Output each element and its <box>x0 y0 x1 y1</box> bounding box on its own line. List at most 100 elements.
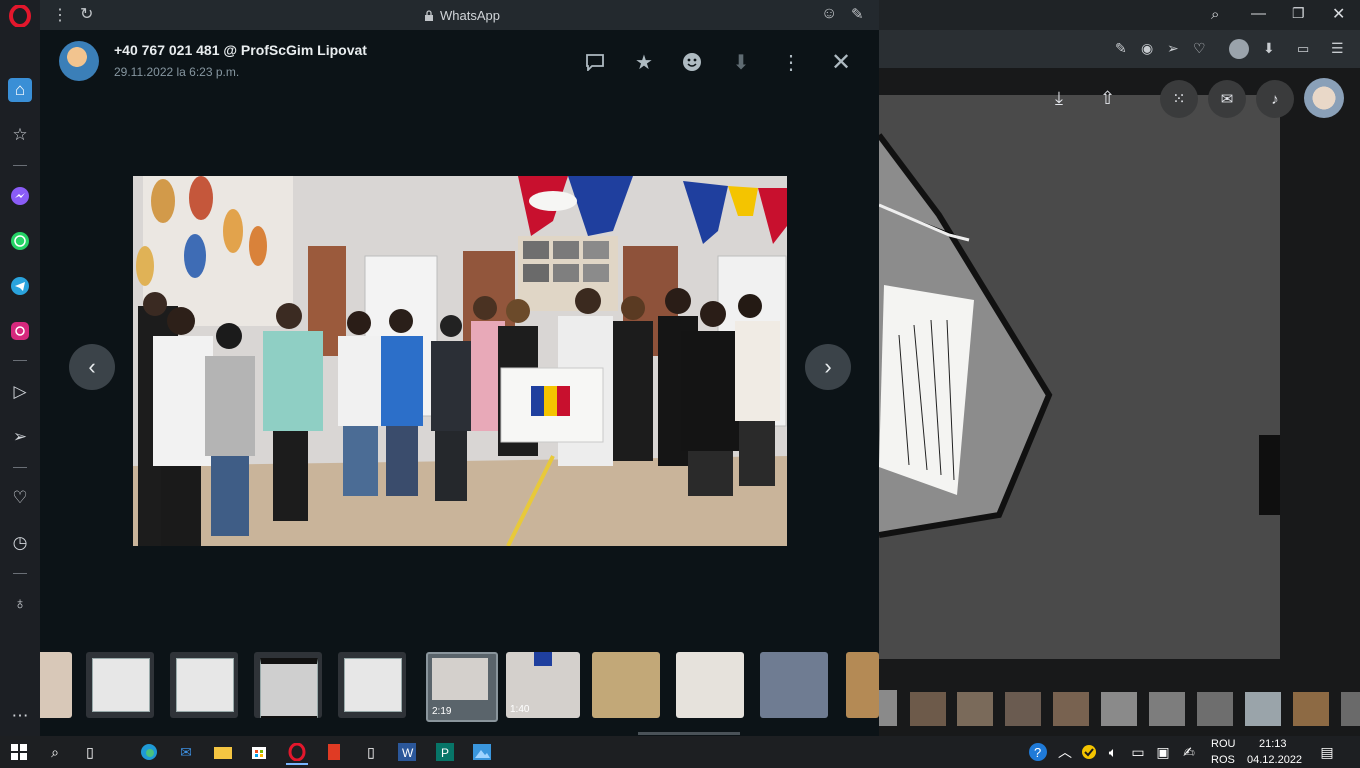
star-outline-icon[interactable]: ☆ <box>8 123 32 147</box>
volume-icon[interactable]: 🔈︎ <box>1102 741 1124 763</box>
share-icon[interactable]: ⇧ <box>1100 88 1115 109</box>
photo-thumb[interactable] <box>1293 692 1329 726</box>
media-video[interactable] <box>133 176 787 546</box>
photo-thumb[interactable] <box>1005 692 1041 726</box>
minimize-icon[interactable]: — <box>1251 5 1266 22</box>
easy-setup-icon[interactable]: ☰ <box>1331 40 1344 57</box>
messenger-button-icon[interactable]: ✉ <box>1208 80 1246 118</box>
opera-sidebar: ⌂ ☆ ▷ ➢ ♡ ◷ ♁ ⋯ <box>0 0 40 736</box>
help-icon[interactable]: ? <box>1027 741 1049 763</box>
messenger-icon[interactable] <box>8 184 32 208</box>
home-icon[interactable]: ⌂ <box>8 78 32 102</box>
photo-thumb[interactable] <box>1197 692 1233 726</box>
photo-thumb[interactable] <box>1053 692 1089 726</box>
search-taskbar-icon[interactable]: ⌕ <box>44 741 66 763</box>
heart-icon[interactable]: ♡ <box>8 486 32 510</box>
search-icon[interactable]: ⌕ <box>1211 6 1219 23</box>
panel-menu-icon[interactable]: ⋮ <box>52 5 68 25</box>
thumbnail-image[interactable] <box>676 652 744 718</box>
background-browser: ⌕ — ❐ ✕ ✎ ◉ ➢ ♡ ⬇ ▭ ☰ ⤓ ⇧ ⁙ ✉ ♪ <box>879 0 1360 736</box>
next-media-button[interactable]: › <box>805 344 851 390</box>
network-icon[interactable]: ▣ <box>1152 741 1174 763</box>
downloads-icon[interactable]: ⬇ <box>1263 40 1275 57</box>
word-icon[interactable]: W <box>396 741 418 763</box>
battery-icon[interactable]: ▭ <box>1127 741 1149 763</box>
edge-icon[interactable] <box>138 741 160 763</box>
notifications-bell-icon[interactable]: ♪ <box>1256 80 1294 118</box>
open-in-icon[interactable]: ⤓ <box>1055 88 1063 109</box>
history-clock-icon[interactable]: ◷ <box>8 531 32 555</box>
clock-time[interactable]: 21:13 <box>1259 738 1287 750</box>
lightbulb-icon[interactable]: ♁ <box>8 592 32 616</box>
reload-icon[interactable]: ↻ <box>80 4 93 24</box>
thumbnail-image[interactable] <box>170 652 238 718</box>
photo-thumb[interactable] <box>1101 692 1137 726</box>
restore-icon[interactable]: ❐ <box>1292 5 1305 22</box>
document-icon[interactable]: ▯ <box>360 741 382 763</box>
avatar[interactable] <box>59 41 99 81</box>
action-center-icon[interactable]: ▤ <box>1316 741 1338 763</box>
file-explorer-icon[interactable] <box>212 741 234 763</box>
thumbnail-video[interactable]: 1:40 <box>506 652 580 718</box>
thumbnail-video-selected[interactable]: 2:19 <box>426 652 498 722</box>
window-close-icon[interactable]: ✕ <box>1332 4 1345 24</box>
photo-thumb[interactable] <box>1149 692 1185 726</box>
photos-icon[interactable] <box>471 741 493 763</box>
whatsapp-icon[interactable] <box>8 229 32 253</box>
send-icon[interactable]: ➢ <box>8 425 32 449</box>
photo-thumb[interactable] <box>1341 692 1360 726</box>
thumbnail-image[interactable] <box>254 652 322 718</box>
publisher-icon[interactable]: P <box>434 741 456 763</box>
more-options-icon[interactable]: ⋮ <box>777 48 805 76</box>
battery-saver-icon[interactable]: ▭ <box>1297 41 1309 57</box>
apps-grid-icon[interactable]: ⁙ <box>1160 80 1198 118</box>
thumbnail-image[interactable] <box>40 652 72 718</box>
opera-logo-icon[interactable] <box>8 4 32 28</box>
panel-title: WhatsApp <box>440 8 500 23</box>
emoji-icon[interactable]: ☺ <box>821 5 837 23</box>
photo-thumb[interactable] <box>910 692 946 726</box>
photo-viewer-image[interactable] <box>879 95 1280 659</box>
lock-icon <box>424 8 434 21</box>
thumbnail-image[interactable] <box>846 652 879 718</box>
bookmark-heart-icon[interactable]: ♡ <box>1193 40 1206 57</box>
sidebar-divider <box>13 360 27 361</box>
whatsapp-panel: ⋮ ↻ WhatsApp ☺ ✎ +40 767 021 481 @ ProfS… <box>40 0 879 736</box>
photo-thumb[interactable] <box>957 692 993 726</box>
react-emoji-icon[interactable] <box>678 48 706 76</box>
windows-start-icon[interactable] <box>8 741 30 763</box>
flow-send-icon[interactable]: ➢ <box>1167 40 1179 57</box>
photo-thumb[interactable] <box>879 690 897 726</box>
close-icon[interactable]: ✕ <box>827 48 855 76</box>
instagram-icon[interactable] <box>8 319 32 343</box>
thumbnail-image[interactable] <box>592 652 660 718</box>
thumbnail-scrollbar[interactable] <box>638 732 740 735</box>
edit-icon[interactable]: ✎ <box>1115 40 1127 57</box>
reply-icon[interactable] <box>581 48 609 76</box>
star-icon[interactable]: ★ <box>630 48 658 76</box>
thumbnail-image[interactable] <box>760 652 828 718</box>
profile-icon[interactable] <box>1229 39 1249 59</box>
more-dots-icon[interactable]: ⋯ <box>8 704 32 728</box>
player-icon[interactable]: ▷ <box>8 380 32 404</box>
task-view-icon[interactable]: ▯ <box>79 741 101 763</box>
language-indicator[interactable]: ROU <box>1211 738 1235 750</box>
telegram-icon[interactable] <box>8 274 32 298</box>
chevron-up-icon[interactable]: ︿ <box>1054 741 1076 763</box>
pen-icon[interactable]: ✍︎ <box>1178 741 1200 763</box>
keyboard-layout-indicator[interactable]: ROS <box>1211 754 1235 766</box>
thumbnail-image[interactable] <box>338 652 406 718</box>
office-icon[interactable] <box>323 741 345 763</box>
camera-icon[interactable]: ◉ <box>1141 40 1153 57</box>
thumbnail-image[interactable] <box>86 652 154 718</box>
clock-date[interactable]: 04.12.2022 <box>1247 754 1302 766</box>
opera-taskbar-icon[interactable] <box>286 741 308 765</box>
pin-icon[interactable]: ✎ <box>851 5 864 23</box>
store-icon[interactable] <box>248 741 270 763</box>
account-avatar[interactable] <box>1304 78 1344 118</box>
norton-icon[interactable] <box>1078 741 1100 763</box>
download-icon[interactable]: ⬇ <box>727 48 755 76</box>
previous-media-button[interactable]: ‹ <box>69 344 115 390</box>
photo-thumb[interactable] <box>1245 692 1281 726</box>
mail-icon[interactable]: ✉ <box>175 741 197 763</box>
